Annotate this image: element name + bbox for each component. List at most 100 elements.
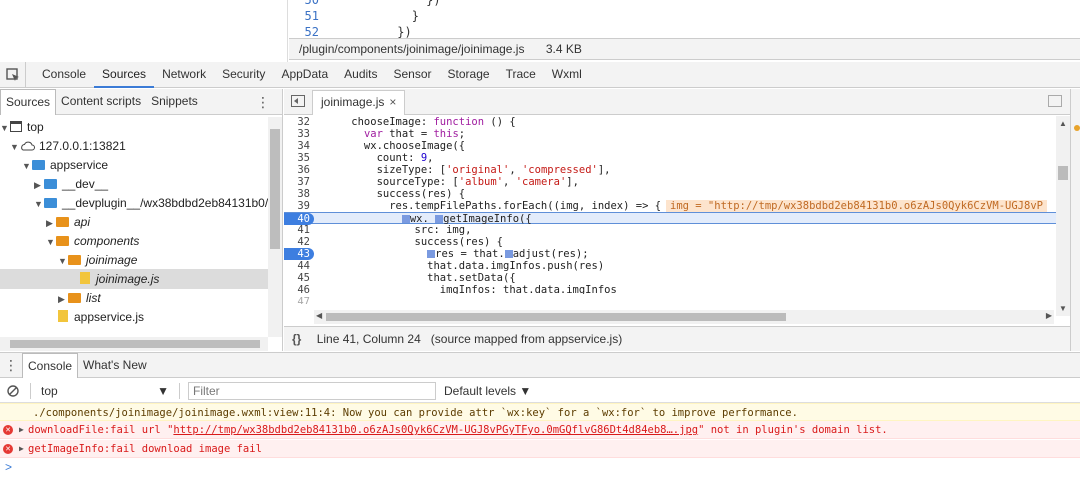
toggle-debugger-icon[interactable] <box>1048 95 1062 107</box>
editor-file-tab[interactable]: joinimage.js × <box>312 90 406 115</box>
drawer-menu-icon[interactable]: ⋮ <box>0 357 22 374</box>
pretty-print-button[interactable]: {} <box>292 332 301 346</box>
nav-tab-sources[interactable]: Sources <box>0 89 57 115</box>
editor-vertical-scrollbar[interactable]: ▲ ▼ <box>1056 116 1070 316</box>
tree-item-api[interactable]: ▶ api <box>0 212 268 232</box>
preview-left-blank <box>0 0 288 62</box>
code-line: 42 success(res) { <box>297 236 504 248</box>
drawer-tab-whats-new[interactable]: What's New <box>78 353 152 377</box>
folder-icon <box>56 217 69 227</box>
code-line: 43 res = that. adjust(res); <box>284 248 1056 260</box>
console-error-message: ✕ ▶ downloadFile:fail url "http://tmp/wx… <box>0 421 1080 439</box>
tab-audits[interactable]: Audits <box>336 62 385 88</box>
tree-label: appservice.js <box>74 310 145 324</box>
editor-horizontal-scrollbar[interactable]: ◀ ▶ <box>314 310 1054 324</box>
inline-breakpoint-icon[interactable] <box>435 215 444 223</box>
context-selector[interactable]: top ▼ <box>35 384 175 398</box>
nav-tab-snippets[interactable]: Snippets <box>146 89 203 114</box>
console-prompt[interactable]: > <box>5 460 12 474</box>
code-line: 38 success(res) { <box>297 188 466 200</box>
tab-storage[interactable]: Storage <box>440 62 498 88</box>
code-line: 35 count: 9, <box>297 152 434 164</box>
tree-label: api <box>74 215 91 229</box>
inspect-element-icon[interactable] <box>0 61 26 88</box>
tab-security[interactable]: Security <box>214 62 273 88</box>
code-line: 37 sourceType: ['album', 'camera'], <box>297 176 579 188</box>
tree-label: appservice <box>50 158 109 172</box>
code-line: 32 chooseImage: function () { <box>297 116 516 128</box>
collapse-arrow-icon[interactable]: ▶ <box>58 289 68 309</box>
expand-arrow-icon[interactable]: ▼ <box>10 137 20 157</box>
error-icon: ✕ <box>3 425 13 435</box>
scroll-down-icon[interactable]: ▼ <box>1059 304 1067 313</box>
frame-icon <box>10 121 22 132</box>
nav-tab-content-scripts[interactable]: Content scripts <box>56 89 146 114</box>
expand-arrow-icon[interactable]: ▼ <box>46 232 56 252</box>
navigator-vertical-scrollbar[interactable] <box>268 117 282 337</box>
source-editor: joinimage.js × 32 chooseImage: function (… <box>284 89 1070 351</box>
code-area[interactable]: 32 chooseImage: function () { 33 var tha… <box>284 116 1056 316</box>
error-icon: ✕ <box>3 444 13 454</box>
tree-item-host[interactable]: ▼ 127.0.0.1:13821 <box>0 136 268 156</box>
message-text: ./components/joinimage/joinimage.wxml:vi… <box>33 407 798 419</box>
scroll-thumb[interactable] <box>1058 166 1068 180</box>
folder-icon <box>68 255 81 265</box>
collapse-arrow-icon[interactable]: ▶ <box>34 175 44 195</box>
tree-label: __devplugin__/wx38bdbd2eb84131b0/ <box>62 196 268 210</box>
log-levels-dropdown[interactable]: Default levels ▼ <box>444 384 531 398</box>
error-url-link[interactable]: http://tmp/wx38bdbd2eb84131b0.o6zAJs0Qyk… <box>173 424 698 436</box>
tab-appdata[interactable]: AppData <box>273 62 336 88</box>
scroll-up-icon[interactable]: ▲ <box>1059 119 1067 128</box>
navigator-horizontal-scrollbar[interactable] <box>0 337 268 351</box>
expand-arrow-icon[interactable]: ▼ <box>58 251 68 271</box>
devtools-main-tabbar: Console Sources Network Security AppData… <box>0 61 1080 88</box>
expand-arrow-icon[interactable]: ▼ <box>22 156 32 176</box>
expand-arrow-icon[interactable]: ▼ <box>0 118 10 138</box>
drawer-tab-console[interactable]: Console <box>22 352 79 378</box>
expand-arrow-icon[interactable]: ▶ <box>19 421 24 438</box>
tree-item-joinimage-js[interactable]: joinimage.js <box>0 269 268 289</box>
inline-breakpoint-icon[interactable] <box>401 215 410 223</box>
scroll-thumb[interactable] <box>326 313 786 321</box>
code-line: 33 var that = this; <box>297 128 466 140</box>
console-filter-input[interactable]: Filter <box>188 381 436 400</box>
tab-console[interactable]: Console <box>34 62 94 88</box>
tree-item-top[interactable]: ▼ top <box>0 117 268 137</box>
expand-arrow-icon[interactable]: ▶ <box>19 440 24 457</box>
tree-item-appservice[interactable]: ▼ appservice <box>0 155 268 175</box>
more-options-icon[interactable]: ⋮ <box>256 94 270 111</box>
tab-sensor[interactable]: Sensor <box>386 62 440 88</box>
code-line: 47 <box>297 296 310 304</box>
code-line: 41 src: img, <box>297 224 472 236</box>
scroll-thumb[interactable] <box>10 340 260 348</box>
tree-item-components[interactable]: ▼ components <box>0 231 268 251</box>
clear-console-icon[interactable] <box>0 384 26 397</box>
tree-item-list[interactable]: ▶ list <box>0 288 268 308</box>
debugger-sidebar-edge[interactable] <box>1070 89 1080 351</box>
tab-sources[interactable]: Sources <box>94 62 155 88</box>
tree-item-appservice-js[interactable]: appservice.js <box>0 307 268 327</box>
drawer-tabbar: ⋮ Console What's New <box>0 352 1080 378</box>
tab-wxml[interactable]: Wxml <box>544 62 590 88</box>
breakpoint-marker[interactable]: 43 <box>284 248 314 260</box>
source-map-info[interactable]: (source mapped from appservice.js) <box>431 332 622 346</box>
preview-line: 50 }) <box>304 0 441 7</box>
scroll-right-icon[interactable]: ▶ <box>1046 311 1052 320</box>
close-icon[interactable]: × <box>389 95 396 109</box>
tree-item-devplugin[interactable]: ▼ __devplugin__/wx38bdbd2eb84131b0/ <box>0 193 268 213</box>
expand-arrow-icon[interactable]: ▼ <box>34 194 44 214</box>
code-preview-pane: 50 }) 51 } 52 }) /plugin/components/join… <box>0 0 1080 62</box>
inline-breakpoint-icon[interactable] <box>427 250 436 258</box>
tree-item-dev[interactable]: ▶ __dev__ <box>0 174 268 194</box>
tab-network[interactable]: Network <box>154 62 214 88</box>
scroll-left-icon[interactable]: ◀ <box>316 311 322 320</box>
toggle-navigator-icon[interactable] <box>291 95 305 107</box>
code-line: 36 sizeType: ['original', 'compressed'], <box>297 164 611 176</box>
tab-trace[interactable]: Trace <box>498 62 544 88</box>
collapse-arrow-icon[interactable]: ▶ <box>46 213 56 233</box>
editor-status-bar: {} Line 41, Column 24 (source mapped fro… <box>284 326 1070 351</box>
scroll-thumb[interactable] <box>270 129 280 249</box>
js-file-icon <box>80 272 90 284</box>
tree-item-joinimage[interactable]: ▼ joinimage <box>0 250 268 270</box>
inline-breakpoint-icon[interactable] <box>504 250 513 258</box>
